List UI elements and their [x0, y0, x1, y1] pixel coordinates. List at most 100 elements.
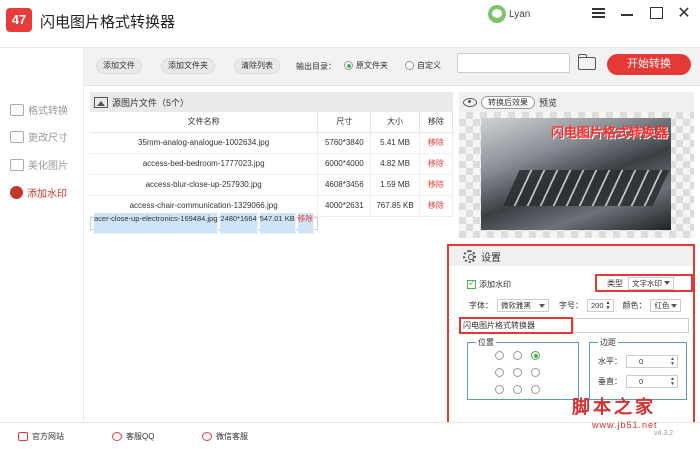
checkbox-label: 添加水印	[479, 280, 511, 289]
font-select[interactable]: 微软雅黑	[497, 299, 549, 312]
file-dimensions: 4000*2631	[317, 195, 372, 217]
watermark-text-input-extension[interactable]	[573, 318, 689, 333]
chevron-down-icon	[671, 303, 678, 308]
sidebar-item-format-convert[interactable]: 格式转换	[10, 102, 68, 117]
table-row[interactable]: 35mm-analog-analogue-1002634.jpg 5760*38…	[90, 132, 454, 154]
maximize-button[interactable]	[646, 4, 666, 22]
position-top-center[interactable]	[513, 351, 522, 360]
monitor-icon	[18, 432, 28, 441]
position-bottom-center[interactable]	[513, 385, 522, 394]
watermark-text-input[interactable]: 闪电图片格式转换器	[459, 317, 573, 334]
watermark-type-group: 类型 文字水印	[595, 274, 693, 292]
sidebar-item-label: 添加水印	[27, 189, 67, 200]
file-size: 1.59 MB	[370, 174, 420, 196]
official-website-link[interactable]: 官方网站	[18, 431, 64, 442]
add-file-button[interactable]: 添加文件	[96, 58, 142, 74]
position-grid	[495, 351, 540, 394]
vertical-value: 0	[639, 377, 644, 386]
output-dir-label: 输出目录：	[296, 62, 336, 71]
file-size: 5.41 MB	[370, 132, 420, 154]
preview-area: 闪电图片格式转换器	[459, 112, 694, 238]
file-size: 767.85 KB	[370, 195, 420, 217]
position-bottom-left[interactable]	[495, 385, 504, 394]
remove-link[interactable]: 移除	[419, 132, 454, 154]
column-header-size: 大小	[370, 112, 420, 133]
eye-icon[interactable]	[463, 97, 477, 107]
file-dimensions: 2480*1664	[220, 212, 258, 234]
gear-icon	[463, 249, 476, 263]
radio-custom-folder[interactable]: 自定义	[405, 60, 441, 71]
color-select[interactable]: 红色	[650, 299, 682, 312]
font-size-stepper[interactable]: 200 ▲ ▼	[587, 299, 615, 312]
type-select[interactable]: 文字水印	[628, 276, 674, 290]
resize-icon	[10, 130, 24, 143]
vertical-label: 垂直：	[598, 377, 622, 386]
size-value: 200	[591, 301, 604, 310]
sidebar-item-resize[interactable]: 更改尺寸	[10, 129, 68, 144]
file-dimensions: 4608*3456	[317, 174, 372, 196]
remove-link[interactable]: 移除	[419, 153, 454, 175]
radio-source-folder[interactable]: 原文件夹	[344, 60, 388, 71]
position-top-right[interactable]	[531, 351, 540, 360]
horizontal-margin-stepper[interactable]: 0 ▲ ▼	[626, 355, 678, 368]
remove-link[interactable]: 移除	[419, 195, 454, 217]
radio-label: 原文件夹	[356, 61, 388, 70]
position-middle-center[interactable]	[513, 368, 522, 377]
support-qq-link[interactable]: 客服QQ	[112, 431, 154, 442]
start-convert-button[interactable]: 开始转换	[607, 54, 691, 75]
file-size: 547.01 KB	[259, 212, 296, 234]
preview-header: 转换后效果 预览	[459, 92, 694, 112]
after-effect-toggle[interactable]: 转换后效果	[481, 95, 535, 109]
position-bottom-right[interactable]	[531, 385, 540, 394]
output-path-input[interactable]	[457, 53, 570, 73]
add-watermark-checkbox[interactable]: 添加水印	[467, 278, 511, 290]
user-account[interactable]: Lyan	[488, 5, 530, 23]
watermark-preview-text: 闪电图片格式转换器	[551, 125, 669, 140]
position-group: 位置	[467, 337, 579, 400]
preview-image: 闪电图片格式转换器	[481, 118, 671, 230]
position-top-left[interactable]	[495, 351, 504, 360]
vertical-margin-stepper[interactable]: 0 ▲ ▼	[626, 375, 678, 388]
clear-list-button[interactable]: 清除列表	[234, 58, 280, 74]
column-header-remove: 移除	[419, 112, 454, 133]
wechat-support-link[interactable]: 微信客服	[202, 431, 248, 442]
remove-link[interactable]: 移除	[297, 212, 314, 234]
position-middle-right[interactable]	[531, 368, 540, 377]
position-label: 位置	[476, 337, 496, 348]
menu-icon[interactable]	[588, 4, 608, 22]
table-row[interactable]: access-blur-close-up-257930.jpg 4608*345…	[90, 174, 454, 196]
add-folder-button[interactable]: 添加文件夹	[161, 58, 215, 74]
file-dimensions: 5760*3840	[317, 132, 372, 154]
settings-panel: 设置 添加水印 类型 文字水印 字体： 微软雅黑 字号： 200 ▲▼ 颜色： …	[447, 244, 695, 424]
minimize-button[interactable]	[617, 4, 637, 22]
file-count-label: 源图片文件（5个）	[112, 97, 190, 108]
file-list-panel: 源图片文件（5个） 文件名称 尺寸 大小 移除 35mm-analog-anal…	[90, 92, 454, 418]
stepper-arrows-icon: ▲ ▼	[605, 299, 611, 311]
footer-label: 官方网站	[32, 432, 64, 441]
table-row-selected[interactable]: acer-close-up-electronics-169484.jpg 248…	[90, 212, 318, 234]
site-watermark-url: www.jb51.net	[592, 420, 658, 430]
color-label: 颜色：	[622, 301, 647, 310]
font-value: 微软雅黑	[501, 301, 531, 310]
sidebar-item-beautify[interactable]: 美化图片	[10, 157, 68, 172]
image-icon	[94, 96, 108, 108]
file-name: access-bed-bedroom-1777023.jpg	[90, 153, 319, 175]
margin-group: 边距 水平： 0 ▲ ▼ 垂直： 0 ▲ ▼	[589, 337, 687, 400]
folder-icon[interactable]	[577, 54, 596, 70]
table-row[interactable]: access-bed-bedroom-1777023.jpg 6000*4000…	[90, 153, 454, 175]
file-name: access-blur-close-up-257930.jpg	[90, 174, 319, 196]
column-header-dimensions: 尺寸	[317, 112, 372, 133]
font-label: 字体：	[469, 301, 493, 310]
chevron-down-icon	[539, 303, 545, 308]
position-middle-left[interactable]	[495, 368, 504, 377]
settings-title: 设置	[481, 252, 501, 264]
footer-label: 客服QQ	[126, 432, 155, 441]
user-name: Lyan	[509, 8, 531, 20]
remove-link[interactable]: 移除	[419, 174, 454, 196]
sidebar-item-label: 更改尺寸	[28, 133, 68, 144]
sidebar-item-add-watermark[interactable]: 添加水印	[10, 185, 67, 200]
close-button[interactable]: ✕	[674, 4, 694, 22]
footer-label: 微信客服	[216, 432, 248, 441]
vertical-margin-row: 垂直： 0 ▲ ▼	[598, 375, 678, 388]
column-header-name: 文件名称	[90, 112, 319, 133]
